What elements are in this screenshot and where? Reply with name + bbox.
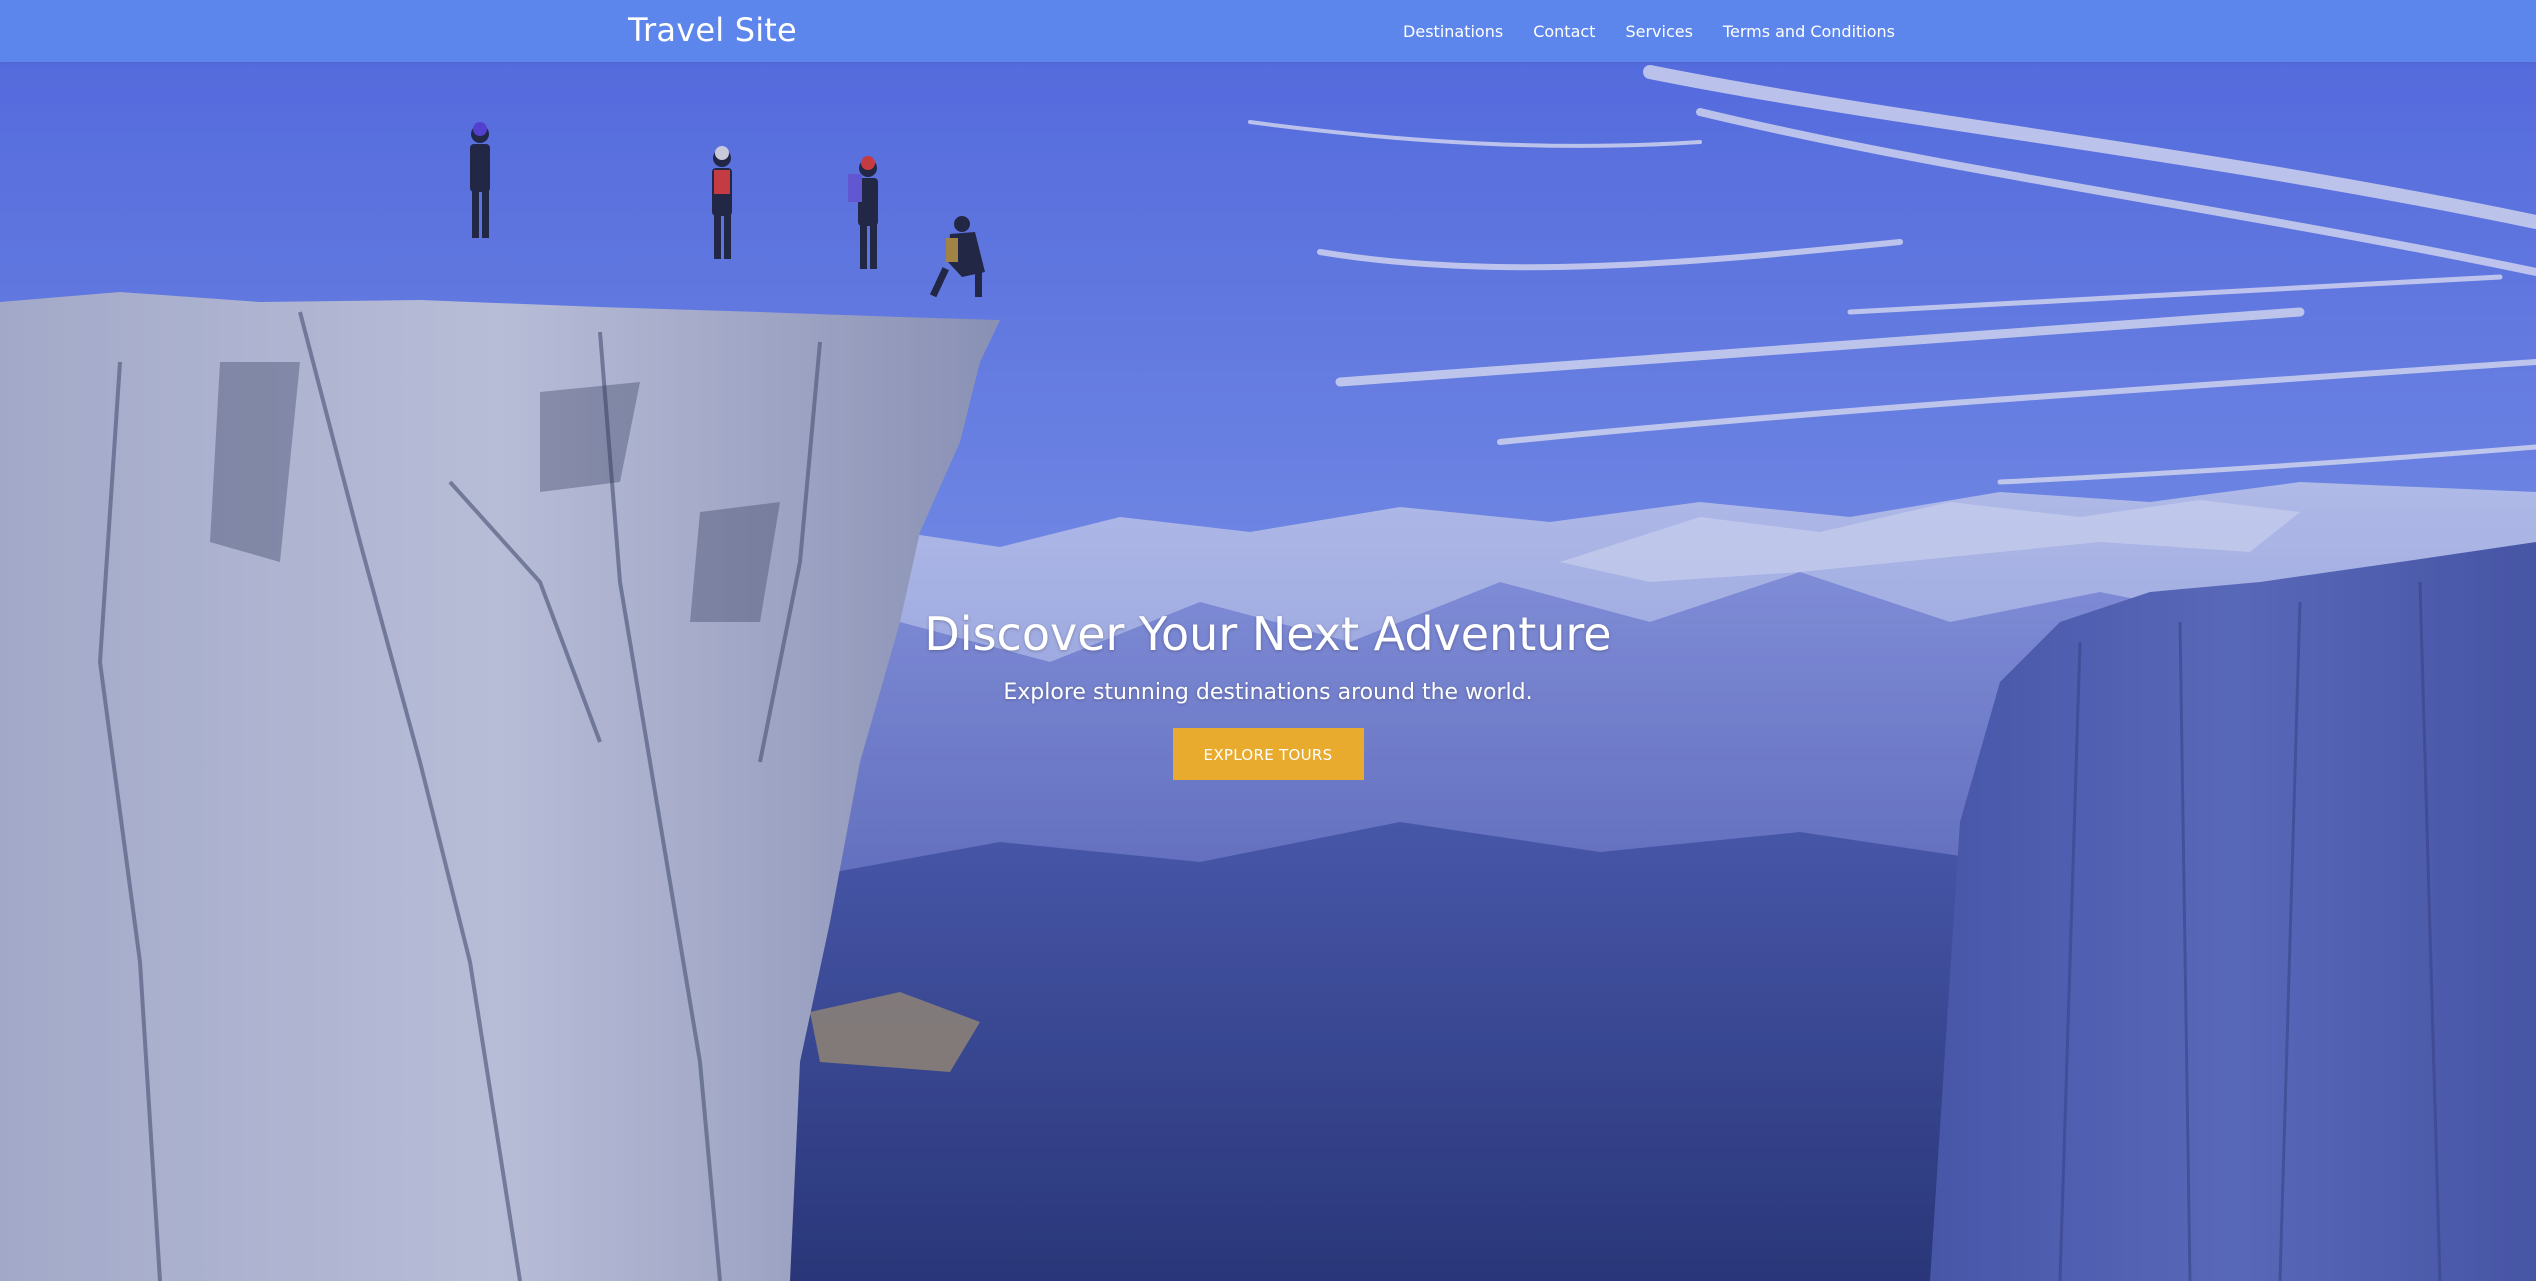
nav-link-contact[interactable]: Contact (1533, 22, 1595, 41)
nav-link-terms[interactable]: Terms and Conditions (1723, 22, 1895, 41)
nav-link-services[interactable]: Services (1625, 22, 1692, 41)
explore-tours-button[interactable]: EXPLORE TOURS (1172, 728, 1364, 781)
navbar: Travel Site Destinations Contact Service… (0, 0, 2536, 62)
nav-links: Destinations Contact Services Terms and … (1403, 0, 1895, 62)
nav-link-destinations[interactable]: Destinations (1403, 22, 1503, 41)
hero-content: Discover Your Next Adventure Explore stu… (0, 607, 2536, 781)
brand-link[interactable]: Travel Site (628, 11, 797, 49)
hero-section: Discover Your Next Adventure Explore stu… (0, 62, 2536, 1281)
page: Travel Site Destinations Contact Service… (0, 0, 2536, 1281)
hero-subtitle: Explore stunning destinations around the… (1003, 680, 1533, 706)
hero-title: Discover Your Next Adventure (924, 607, 1612, 661)
